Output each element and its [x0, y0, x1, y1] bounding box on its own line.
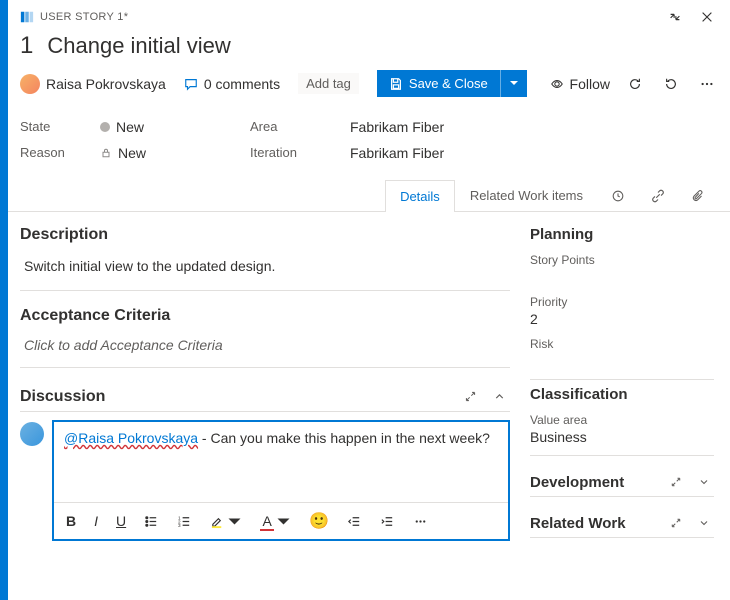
- indent-button[interactable]: [378, 512, 397, 531]
- tab-details[interactable]: Details: [385, 180, 455, 212]
- undo-icon[interactable]: [660, 73, 682, 95]
- tab-related-work-items[interactable]: Related Work items: [455, 179, 598, 211]
- avatar: [20, 74, 40, 94]
- underline-button[interactable]: U: [114, 511, 128, 531]
- area-label: Area: [250, 119, 330, 135]
- work-item-type-icon: [20, 10, 34, 24]
- risk-label: Risk: [530, 337, 714, 351]
- italic-button[interactable]: I: [92, 511, 100, 531]
- save-close-button[interactable]: Save & Close: [377, 70, 500, 97]
- add-tag-button[interactable]: Add tag: [298, 73, 359, 94]
- discussion-textarea[interactable]: @Raisa Pokrovskaya - Can you make this h…: [54, 422, 508, 502]
- discussion-editor[interactable]: @Raisa Pokrovskaya - Can you make this h…: [52, 420, 510, 541]
- save-dropdown-button[interactable]: [500, 70, 527, 97]
- related-work-heading: Related Work: [530, 515, 626, 532]
- priority-label: Priority: [530, 295, 714, 309]
- work-item-color-bar: [0, 0, 8, 600]
- lock-icon: [100, 147, 112, 159]
- bold-button[interactable]: B: [64, 511, 78, 531]
- expand-icon[interactable]: [460, 386, 481, 407]
- expand-icon[interactable]: [666, 513, 686, 533]
- work-item-type-label: USER STORY 1*: [40, 11, 128, 23]
- more-formatting-icon[interactable]: [411, 512, 430, 531]
- expand-icon[interactable]: [666, 472, 686, 492]
- avatar: [20, 422, 44, 446]
- work-item-title[interactable]: Change initial view: [47, 33, 230, 59]
- risk-field[interactable]: [530, 353, 714, 369]
- more-actions-icon[interactable]: [696, 73, 718, 95]
- value-area-field[interactable]: Business: [530, 429, 714, 445]
- acceptance-heading: Acceptance Criteria: [20, 307, 510, 325]
- refresh-icon[interactable]: [624, 73, 646, 95]
- emoji-button[interactable]: 🙂: [307, 509, 331, 533]
- tab-history-icon[interactable]: [598, 179, 638, 211]
- save-icon: [389, 77, 403, 91]
- acceptance-criteria-field[interactable]: Click to add Acceptance Criteria: [20, 333, 510, 357]
- story-points-field[interactable]: [530, 269, 714, 285]
- assignee-picker[interactable]: Raisa Pokrovskaya: [20, 74, 166, 94]
- tab-attachments-icon[interactable]: [678, 179, 718, 211]
- description-field[interactable]: Switch initial view to the updated desig…: [20, 252, 510, 280]
- priority-field[interactable]: 2: [530, 311, 714, 327]
- outdent-button[interactable]: [345, 512, 364, 531]
- discussion-heading: Discussion: [20, 388, 105, 406]
- iteration-label: Iteration: [250, 145, 330, 161]
- divider: [20, 367, 510, 368]
- follow-button[interactable]: Follow: [550, 76, 610, 92]
- value-area-label: Value area: [530, 413, 714, 427]
- assignee-name: Raisa Pokrovskaya: [46, 76, 166, 92]
- comment-icon: [184, 77, 198, 91]
- close-icon[interactable]: [696, 6, 718, 28]
- follow-icon: [550, 77, 564, 91]
- description-heading: Description: [20, 226, 510, 244]
- chevron-down-icon[interactable]: [694, 472, 714, 492]
- restore-window-icon[interactable]: [664, 6, 686, 28]
- tab-links-icon[interactable]: [638, 179, 678, 211]
- iteration-field[interactable]: Fabrikam Fiber: [350, 145, 718, 161]
- bullet-list-button[interactable]: [142, 512, 161, 531]
- reason-field[interactable]: New: [100, 145, 230, 161]
- area-field[interactable]: Fabrikam Fiber: [350, 119, 718, 135]
- state-field[interactable]: New: [100, 119, 230, 135]
- editor-toolbar: B I U 123: [54, 502, 508, 539]
- work-item-id: 1: [20, 32, 33, 60]
- story-points-label: Story Points: [530, 253, 714, 267]
- mention[interactable]: @Raisa Pokrovskaya: [64, 430, 198, 446]
- chevron-down-icon[interactable]: [694, 513, 714, 533]
- development-heading: Development: [530, 474, 624, 491]
- state-dot-icon: [100, 122, 110, 132]
- chevron-up-icon[interactable]: [489, 386, 510, 407]
- font-color-button[interactable]: A: [258, 511, 293, 531]
- highlight-button[interactable]: [208, 512, 244, 531]
- save-close-split-button: Save & Close: [377, 70, 527, 97]
- divider: [20, 290, 510, 291]
- svg-text:3: 3: [178, 523, 181, 528]
- classification-heading: Classification: [530, 386, 714, 403]
- comments-count[interactable]: 0 comments: [184, 76, 280, 92]
- state-label: State: [20, 119, 80, 135]
- reason-label: Reason: [20, 145, 80, 161]
- planning-heading: Planning: [530, 226, 714, 243]
- numbered-list-button[interactable]: 123: [175, 512, 194, 531]
